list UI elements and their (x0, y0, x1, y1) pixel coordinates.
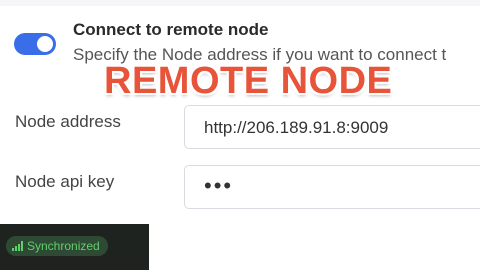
remote-node-settings: Connect to remote node Specify the Node … (0, 0, 480, 270)
node-address-input[interactable]: http://206.189.91.8:9009 (184, 105, 480, 149)
signal-bars-icon (12, 241, 23, 251)
top-divider (0, 0, 480, 6)
toggle-knob (37, 36, 53, 52)
sync-status-label: Synchronized (27, 239, 100, 253)
remote-node-toggle[interactable] (14, 33, 56, 55)
node-api-key-input[interactable]: ••• (184, 165, 480, 209)
node-api-key-label: Node api key (15, 172, 115, 191)
setting-title: Connect to remote node (73, 20, 269, 39)
sync-status-badge: Synchronized (6, 236, 108, 256)
overlay-caption: REMOTE NODE (104, 60, 393, 102)
node-address-label: Node address (15, 112, 121, 131)
